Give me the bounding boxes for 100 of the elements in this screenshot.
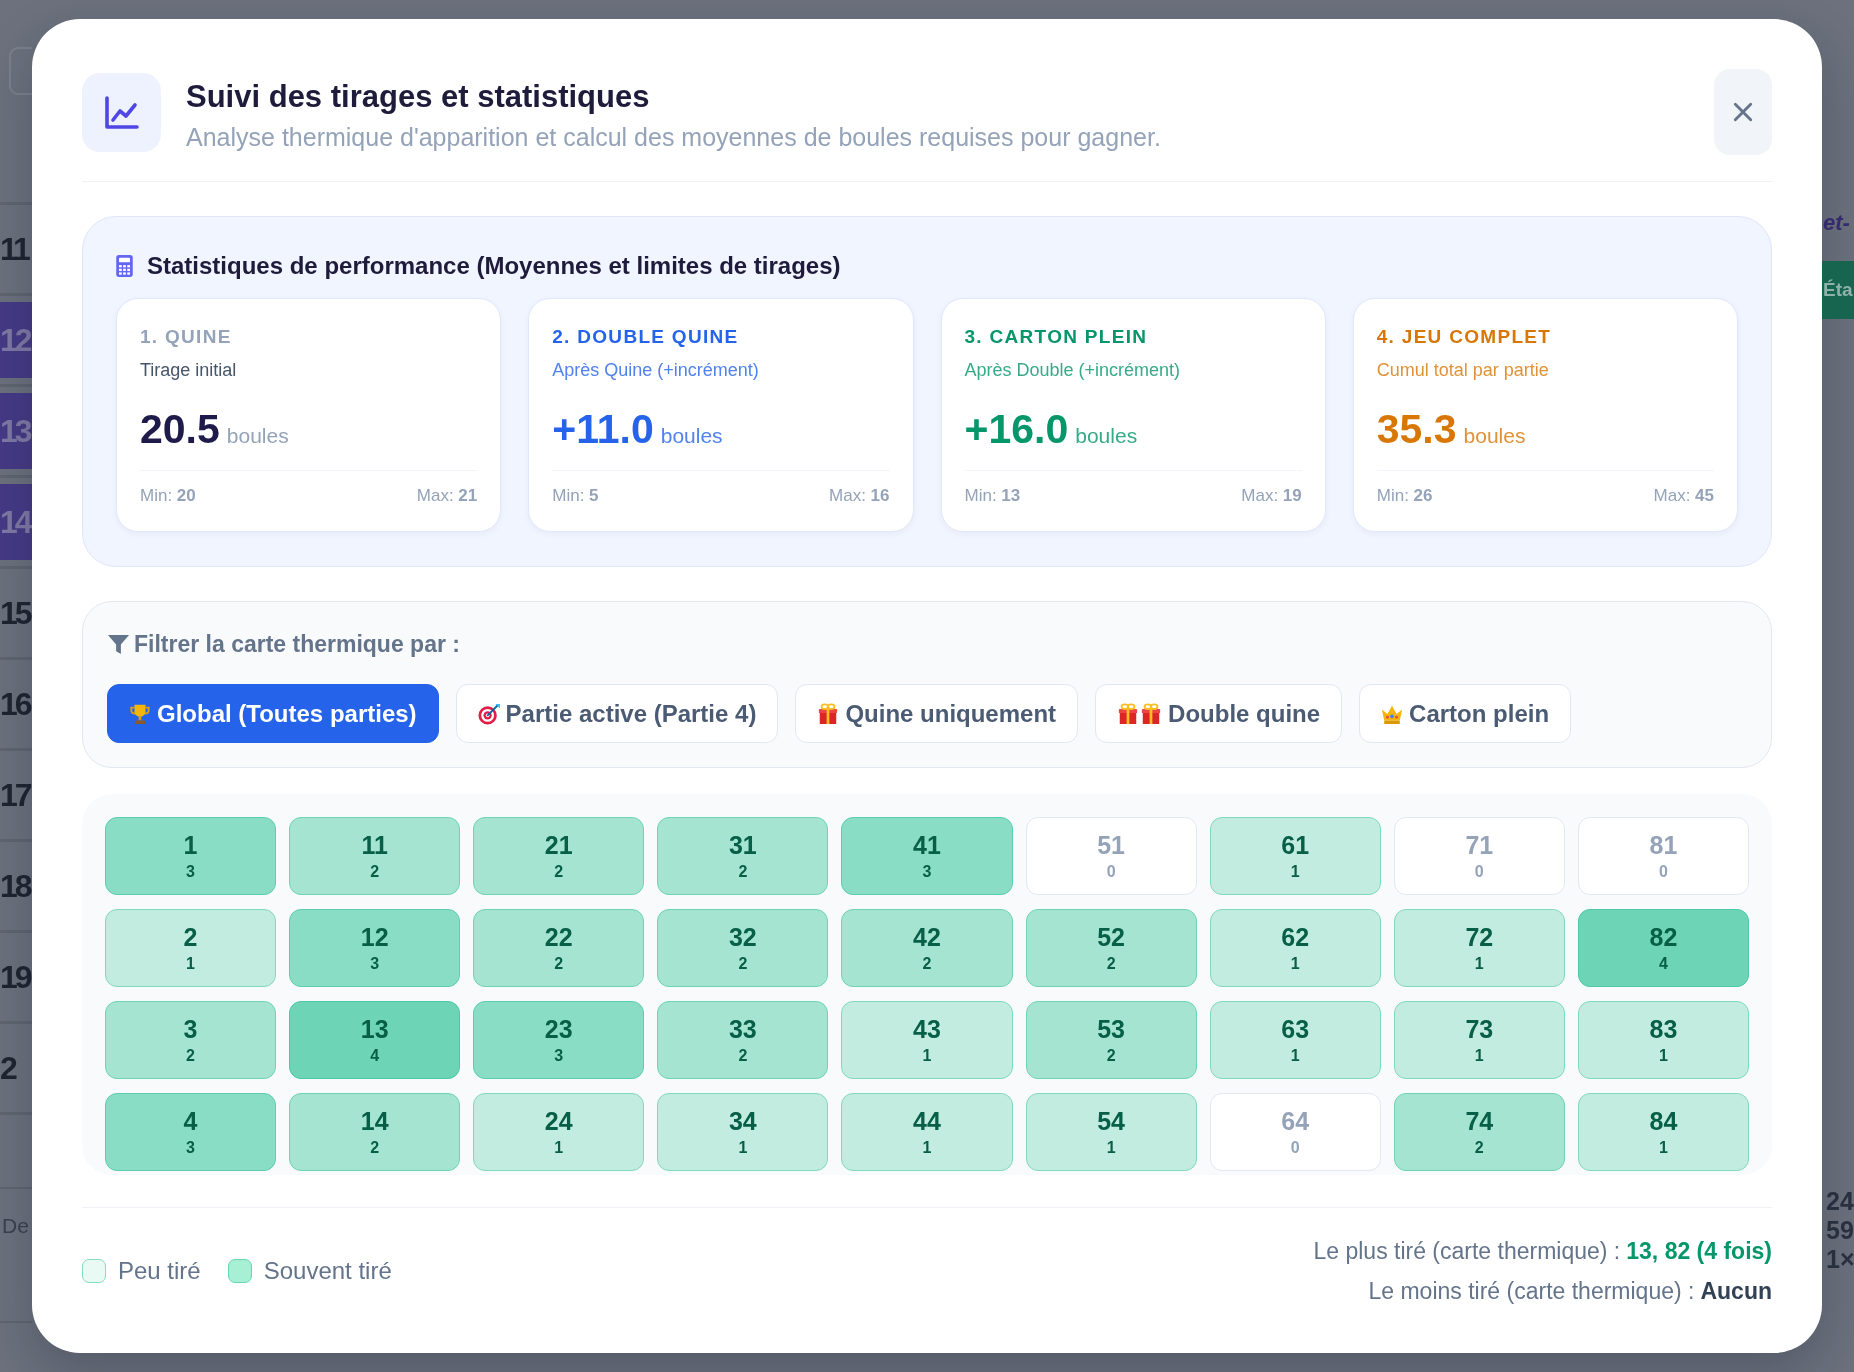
draw-count: 2 (1106, 1047, 1116, 1065)
card-title: 3. CARTON PLEIN (964, 326, 1148, 348)
draw-count: 3 (922, 863, 932, 881)
filter-tab[interactable]: Carton plein (1359, 684, 1572, 743)
draw-count: 3 (186, 863, 195, 881)
line-chart-icon (82, 72, 161, 152)
filter-tab[interactable]: Double quine (1095, 684, 1343, 743)
ball-number: 4 (183, 1107, 198, 1135)
ball-number: 53 (1097, 1015, 1125, 1043)
ball-number: 41 (913, 831, 941, 859)
ball-number: 2 (183, 923, 198, 951)
min-text: Min: 5 (552, 486, 599, 506)
row-number: 2 (0, 1049, 17, 1088)
draw-count: 0 (1474, 863, 1484, 881)
card-subtitle: Après Quine (+incrément) (552, 359, 759, 381)
dialog-subtitle: Analyse thermique d'apparition et calcul des moyennes de boules requises pour gagner. (186, 121, 1162, 152)
summary-label: Le moins tiré (carte thermique) : (1368, 1277, 1695, 1306)
max-text: Max: 45 (1653, 486, 1714, 506)
draw-count: 1 (738, 1139, 748, 1157)
draw-count: 0 (1106, 863, 1116, 881)
ball-number: 24 (544, 1107, 573, 1135)
dartboard-icon (477, 702, 500, 725)
table-value: 24 (1826, 1187, 1854, 1216)
card-subtitle: Après Double (+incrément) (964, 359, 1181, 381)
tag-text: et- (1822, 209, 1850, 237)
ball-number: 71 (1465, 831, 1494, 859)
draw-count: 1 (922, 1047, 932, 1065)
ball-number: 33 (728, 1015, 757, 1043)
card-subtitle: Tirage initial (140, 359, 237, 381)
row-number: 11 (0, 230, 30, 269)
ball-number: 74 (1465, 1107, 1494, 1135)
row-number: 13 (0, 393, 32, 469)
gift-icon (1117, 702, 1140, 725)
summary-label: Le plus tiré (carte thermique) : (1313, 1237, 1621, 1266)
max-text: Max: 19 (1241, 486, 1302, 506)
card-title: 1. QUINE (140, 326, 232, 348)
draw-count: 1 (922, 1139, 932, 1157)
stat-value: 35.3 (1376, 407, 1457, 451)
ball-number: 23 (544, 1015, 573, 1043)
ball-number: 82 (1649, 923, 1678, 951)
gift-icon (1140, 702, 1163, 725)
ball-number: 34 (728, 1107, 757, 1135)
stat-value: 20.5 (140, 407, 220, 451)
row-number: 18 (0, 867, 32, 906)
ball-number: 3 (183, 1015, 198, 1043)
draw-count: 1 (1290, 1047, 1300, 1065)
draw-count: 1 (1290, 955, 1300, 973)
draw-count: 1 (1474, 955, 1484, 973)
draw-count: 3 (554, 1047, 564, 1065)
dialog-title: Suivi des tirages et statistiques (186, 78, 651, 116)
filter-tab[interactable]: Global (Toutes parties) (107, 684, 439, 743)
row-number: 14 (0, 484, 32, 560)
draw-count: 2 (186, 1047, 195, 1065)
draw-count: 1 (1290, 863, 1300, 881)
ball-number: 81 (1649, 831, 1678, 859)
row-number: 12 (0, 302, 32, 378)
draw-count: 2 (370, 863, 380, 881)
ball-number: 84 (1649, 1107, 1678, 1135)
ball-number: 32 (728, 923, 757, 951)
panel-heading: Statistiques de performance (Moyennes et limites de tirages) (147, 252, 841, 280)
draw-count: 3 (370, 955, 380, 973)
filter-label: Filtrer la carte thermique par : (134, 630, 460, 658)
ball-number: 64 (1281, 1107, 1310, 1135)
row-number: 15 (0, 594, 32, 633)
ball-number: 73 (1465, 1015, 1494, 1043)
ball-number: 14 (360, 1107, 389, 1135)
draw-count: 1 (1106, 1139, 1116, 1157)
card-title: 2. DOUBLE QUINE (552, 326, 739, 348)
ball-number: 61 (1281, 831, 1310, 859)
filter-tab[interactable]: Partie active (Partie 4) (455, 684, 779, 743)
draw-count: 1 (1474, 1047, 1484, 1065)
ball-number: 54 (1097, 1107, 1125, 1135)
funnel-icon (107, 633, 130, 655)
draw-count: 4 (370, 1047, 380, 1065)
legend-label: Souvent tiré (263, 1257, 392, 1285)
row-number: 19 (0, 958, 32, 997)
unit-label: boules (1075, 424, 1138, 448)
calculator-icon (116, 255, 133, 277)
draw-count: 2 (1106, 955, 1116, 973)
min-text: Min: 13 (964, 486, 1021, 506)
row-number: 17 (0, 776, 32, 815)
ball-number: 52 (1097, 923, 1125, 951)
draw-count: 3 (186, 1139, 195, 1157)
filter-tab[interactable]: Quine uniquement (795, 684, 1079, 743)
draw-count: 2 (554, 863, 564, 881)
ball-number: 21 (544, 831, 573, 859)
summary-value: Aucun (1700, 1277, 1772, 1306)
unit-label: boules (226, 424, 289, 448)
draw-count: 2 (738, 955, 748, 973)
close-button[interactable] (1714, 69, 1772, 155)
unit-label: boules (660, 424, 723, 448)
draw-count: 2 (554, 955, 564, 973)
draw-count: 2 (370, 1139, 380, 1157)
draw-count: 0 (1659, 863, 1668, 881)
ball-number: 31 (728, 831, 757, 859)
ball-number: 13 (360, 1015, 389, 1043)
card-subtitle: Cumul total par partie (1376, 359, 1549, 381)
stat-value: +11.0 (552, 407, 654, 451)
legend-label: Peu tiré (118, 1257, 201, 1285)
max-text: Max: 16 (829, 486, 890, 506)
